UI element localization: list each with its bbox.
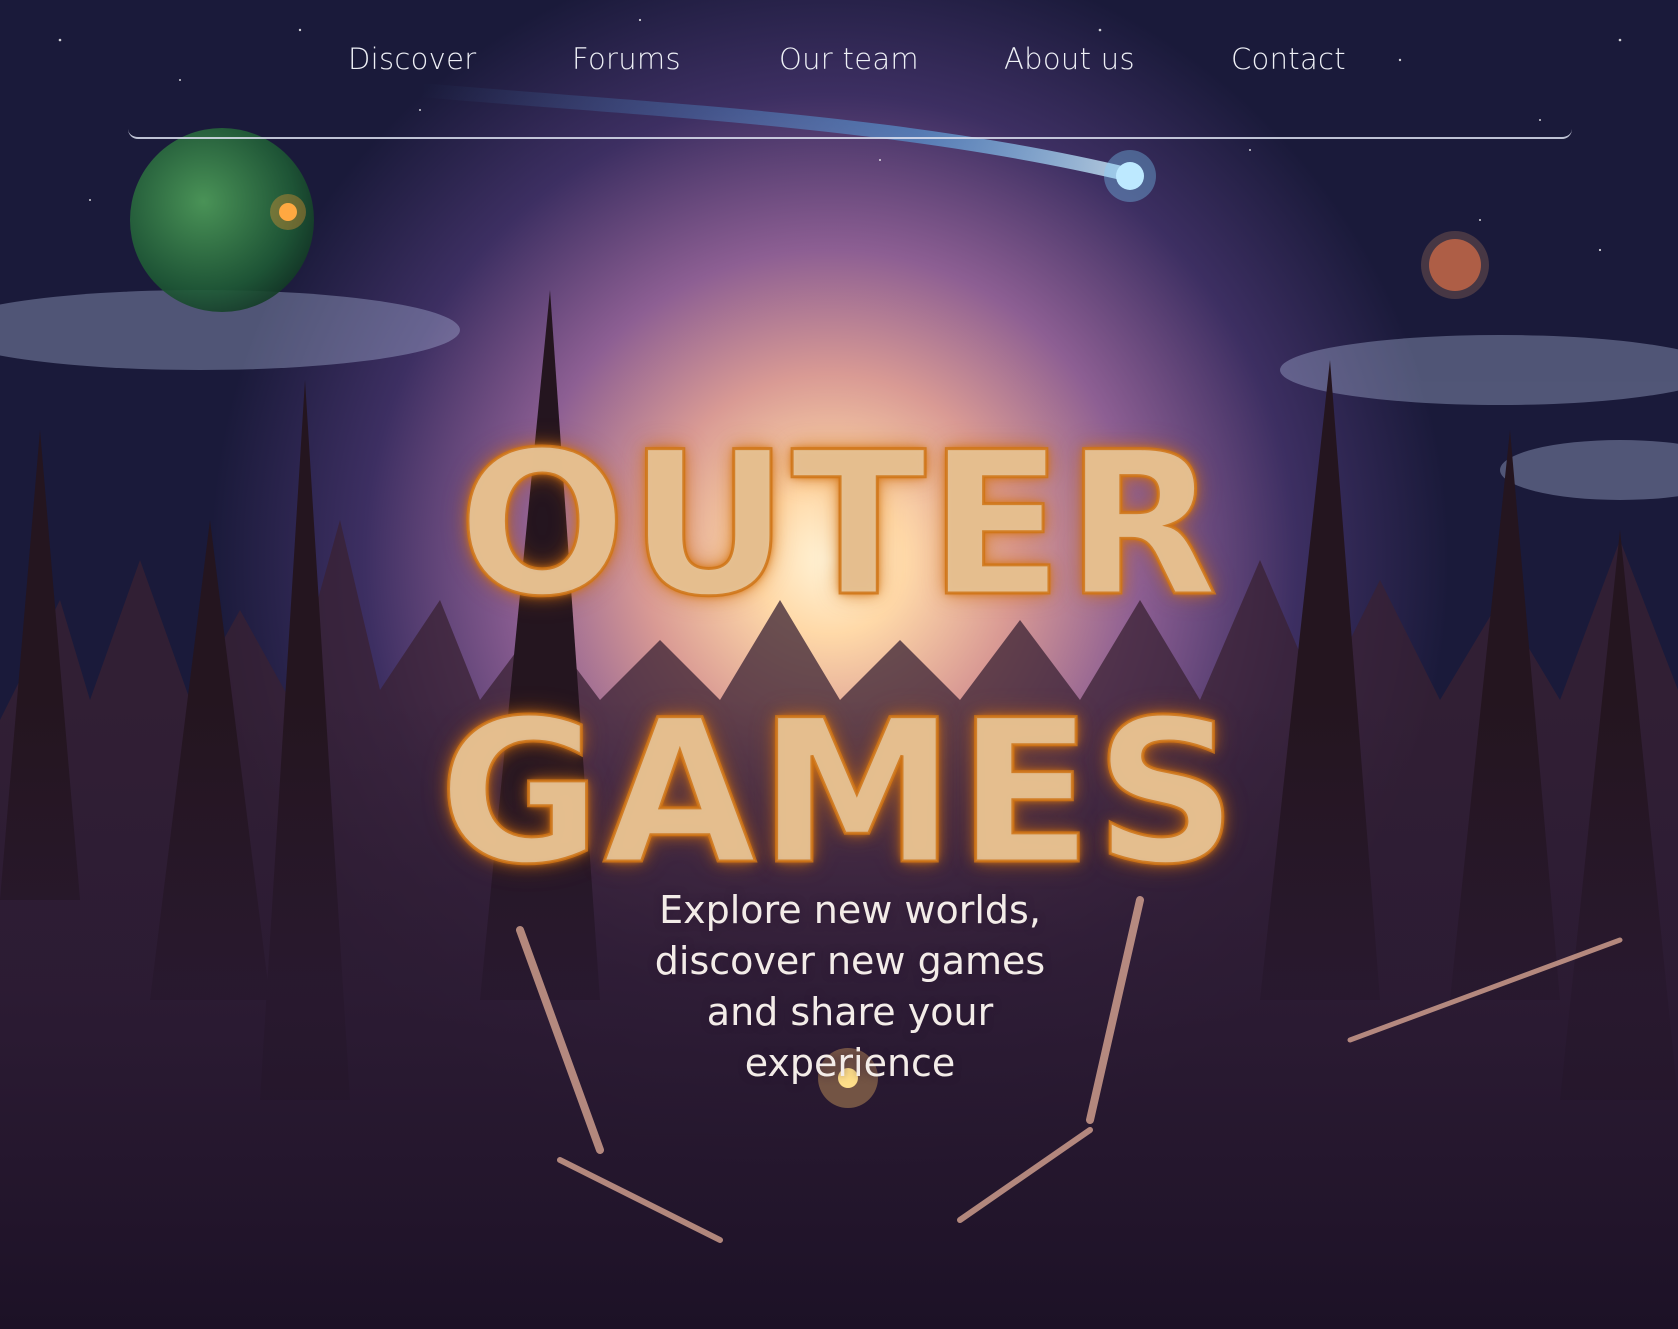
hero-title-line-games: GAMES <box>437 677 1240 908</box>
hero-background-artwork <box>0 0 1678 1329</box>
landing-page: Discover Forums Our team About us Contac… <box>0 0 1678 1329</box>
hero-title: OUTER <box>0 409 1678 640</box>
hero-title-second-line: GAMES <box>0 677 1678 908</box>
nav-link-contact[interactable]: Contact <box>1231 42 1346 76</box>
top-navigation: Discover Forums Our team About us Contac… <box>128 0 1572 139</box>
hero-tagline: Explore new worlds, discover new games a… <box>654 888 1046 1085</box>
nav-link-about-us[interactable]: About us <box>1004 42 1135 76</box>
hero-title-line-outer: OUTER <box>457 409 1220 640</box>
nav-link-discover[interactable]: Discover <box>348 42 477 76</box>
nav-link-our-team[interactable]: Our team <box>779 42 919 76</box>
nav-link-forums[interactable]: Forums <box>572 42 681 76</box>
